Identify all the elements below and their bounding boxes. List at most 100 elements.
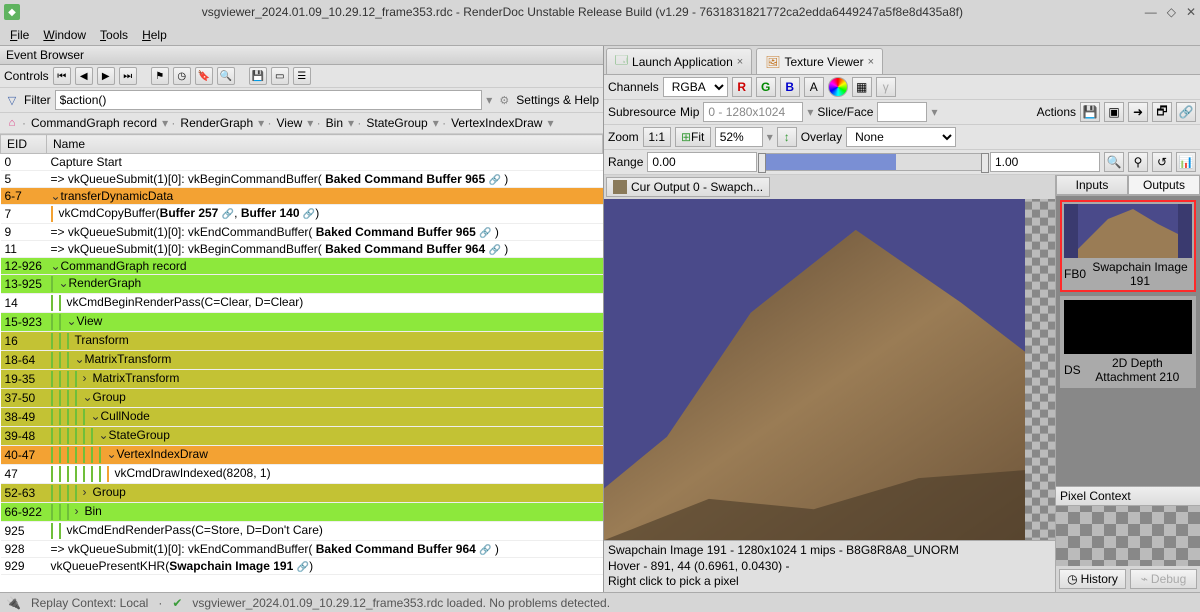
breadcrumb-item[interactable]: VertexIndexDraw — [448, 115, 545, 131]
settings-icon[interactable]: ⚙ — [496, 92, 512, 108]
menu-file[interactable]: File — [4, 26, 35, 44]
table-row[interactable]: 13-925⌄RenderGraph — [1, 275, 603, 294]
home-icon[interactable]: ⌂ — [4, 115, 20, 131]
tab-texture-viewer[interactable]: 🖼 Texture Viewer × — [756, 48, 883, 74]
minimize-button[interactable]: — — [1145, 5, 1157, 19]
gamma-button[interactable]: γ — [876, 77, 896, 97]
flag-button[interactable]: ⚑ — [151, 67, 169, 85]
col-name[interactable]: Name — [47, 135, 603, 154]
breadcrumb-item[interactable]: RenderGraph — [177, 115, 256, 131]
check-icon: ✔ — [172, 596, 182, 610]
ch-a-button[interactable]: A — [804, 77, 824, 97]
range-max-input[interactable] — [990, 152, 1100, 172]
clock-button[interactable]: ◷ — [173, 67, 191, 85]
save-icon[interactable]: 💾 — [1080, 102, 1100, 122]
event-table[interactable]: EID Name 0Capture Start5=> vkQueueSubmit… — [0, 134, 603, 575]
current-output-tab[interactable]: Cur Output 0 - Swapch... — [606, 177, 770, 197]
filter-icon: ▽ — [4, 92, 20, 108]
breadcrumb-item[interactable]: View — [274, 115, 306, 131]
selection-button[interactable]: ▭ — [271, 67, 289, 85]
close-icon[interactable]: × — [737, 56, 743, 68]
table-row[interactable]: 66-922›Bin — [1, 503, 603, 522]
menu-tools[interactable]: Tools — [94, 26, 134, 44]
tab-launch[interactable]: 🗔 Launch Application × — [606, 48, 752, 74]
table-row[interactable]: 0Capture Start — [1, 154, 603, 171]
nav-first-button[interactable]: ⏮ — [53, 67, 71, 85]
output-thumb-ds[interactable]: DS 2D Depth Attachment 210 — [1060, 296, 1196, 388]
table-row[interactable]: 9=> vkQueueSubmit(1)[0]: vkEndCommandBuf… — [1, 224, 603, 241]
table-row[interactable]: 929vkQueuePresentKHR(Swapchain Image 191… — [1, 558, 603, 575]
breadcrumb-item[interactable]: CommandGraph record — [28, 115, 160, 131]
slice-input[interactable] — [877, 102, 927, 122]
menu-help[interactable]: Help — [136, 26, 173, 44]
breadcrumb-item[interactable]: Bin — [323, 115, 346, 131]
zoom-range-icon[interactable]: 🔍 — [1104, 152, 1124, 172]
wand-icon[interactable]: ⚲ — [1128, 152, 1148, 172]
table-row[interactable]: 52-63›Group — [1, 484, 603, 503]
close-button[interactable]: ✕ — [1186, 5, 1196, 19]
maximize-button[interactable]: ◇ — [1167, 5, 1176, 19]
histogram-icon[interactable]: 📊 — [1176, 152, 1196, 172]
table-row[interactable]: 925vkCmdEndRenderPass(C=Store, D=Don't C… — [1, 522, 603, 541]
table-row[interactable]: 39-48⌄StateGroup — [1, 427, 603, 446]
table-row[interactable]: 928=> vkQueueSubmit(1)[0]: vkEndCommandB… — [1, 541, 603, 558]
mip-input[interactable] — [703, 102, 803, 122]
image-icon[interactable]: 🗗 — [1152, 102, 1172, 122]
close-icon[interactable]: × — [868, 56, 874, 68]
table-row[interactable]: 37-50⌄Group — [1, 389, 603, 408]
nav-next-button[interactable]: ▶ — [97, 67, 115, 85]
table-row[interactable]: 38-49⌄CullNode — [1, 408, 603, 427]
breadcrumb-item[interactable]: StateGroup — [363, 115, 430, 131]
table-row[interactable]: 47vkCmdDrawIndexed(8208, 1) — [1, 465, 603, 484]
reset-range-icon[interactable]: ↺ — [1152, 152, 1172, 172]
table-row[interactable]: 14vkCmdBeginRenderPass(C=Clear, D=Clear) — [1, 294, 603, 313]
zoom-11-button[interactable]: 1:1 — [643, 127, 671, 147]
menubar: File Window Tools Help — [0, 24, 1200, 46]
flip-button[interactable]: ↕ — [777, 127, 797, 147]
history-button[interactable]: ◷History — [1059, 569, 1126, 589]
range-slider[interactable] — [761, 153, 986, 171]
plug-icon: 🔌 — [6, 596, 21, 610]
ch-r-button[interactable]: R — [732, 77, 752, 97]
bug-icon: ⌁ — [1141, 572, 1148, 586]
table-row[interactable]: 11=> vkQueueSubmit(1)[0]: vkBeginCommand… — [1, 241, 603, 258]
texture-viewport[interactable] — [604, 199, 1055, 540]
table-row[interactable]: 19-35›MatrixTransform — [1, 370, 603, 389]
table-row[interactable]: 15-923⌄View — [1, 313, 603, 332]
channels-combo[interactable]: RGBA — [663, 77, 728, 97]
goto-icon[interactable]: ➜ — [1128, 102, 1148, 122]
output-thumb-fb0[interactable]: FB0 Swapchain Image 191 — [1060, 200, 1196, 292]
table-row[interactable]: 6-7⌄transferDynamicData — [1, 188, 603, 205]
grid-icon[interactable]: ▦ — [852, 77, 872, 97]
ch-g-button[interactable]: G — [756, 77, 776, 97]
link-icon[interactable]: 🔗 — [1176, 102, 1196, 122]
zoom-fit-button[interactable]: ⊞Fit — [675, 127, 711, 147]
nav-prev-button[interactable]: ◀ — [75, 67, 93, 85]
ch-b-button[interactable]: B — [780, 77, 800, 97]
columns-button[interactable]: ☰ — [293, 67, 311, 85]
filter-input[interactable] — [55, 90, 483, 110]
color-wheel-icon[interactable] — [828, 77, 848, 97]
outputs-tab[interactable]: Outputs — [1128, 175, 1200, 195]
settings-help-label[interactable]: Settings & Help — [516, 93, 599, 107]
nav-last-button[interactable]: ⏭ — [119, 67, 137, 85]
event-browser-panel: Event Browser Controls ⏮ ◀ ▶ ⏭ ⚑ ◷ 🔖 🔍 💾… — [0, 46, 604, 592]
table-row[interactable]: 5=> vkQueueSubmit(1)[0]: vkBeginCommandB… — [1, 171, 603, 188]
save-button[interactable]: 💾 — [249, 67, 267, 85]
table-row[interactable]: 18-64⌄MatrixTransform — [1, 351, 603, 370]
search-button[interactable]: 🔍 — [217, 67, 235, 85]
menu-window[interactable]: Window — [37, 26, 92, 44]
table-row[interactable]: 7vkCmdCopyBuffer(Buffer 257 🔗, Buffer 14… — [1, 205, 603, 224]
pixel-context-view[interactable] — [1056, 506, 1200, 566]
subresource-label: Subresource — [608, 105, 676, 119]
range-min-input[interactable] — [647, 152, 757, 172]
table-row[interactable]: 12-926⌄CommandGraph record — [1, 258, 603, 275]
zoom-pct-input[interactable] — [715, 127, 763, 147]
table-row[interactable]: 16Transform — [1, 332, 603, 351]
bookmark-button[interactable]: 🔖 — [195, 67, 213, 85]
overlay-combo[interactable]: None — [846, 127, 956, 147]
table-row[interactable]: 40-47⌄VertexIndexDraw — [1, 446, 603, 465]
col-eid[interactable]: EID — [1, 135, 47, 154]
open-icon[interactable]: ▣ — [1104, 102, 1124, 122]
inputs-tab[interactable]: Inputs — [1056, 175, 1128, 195]
